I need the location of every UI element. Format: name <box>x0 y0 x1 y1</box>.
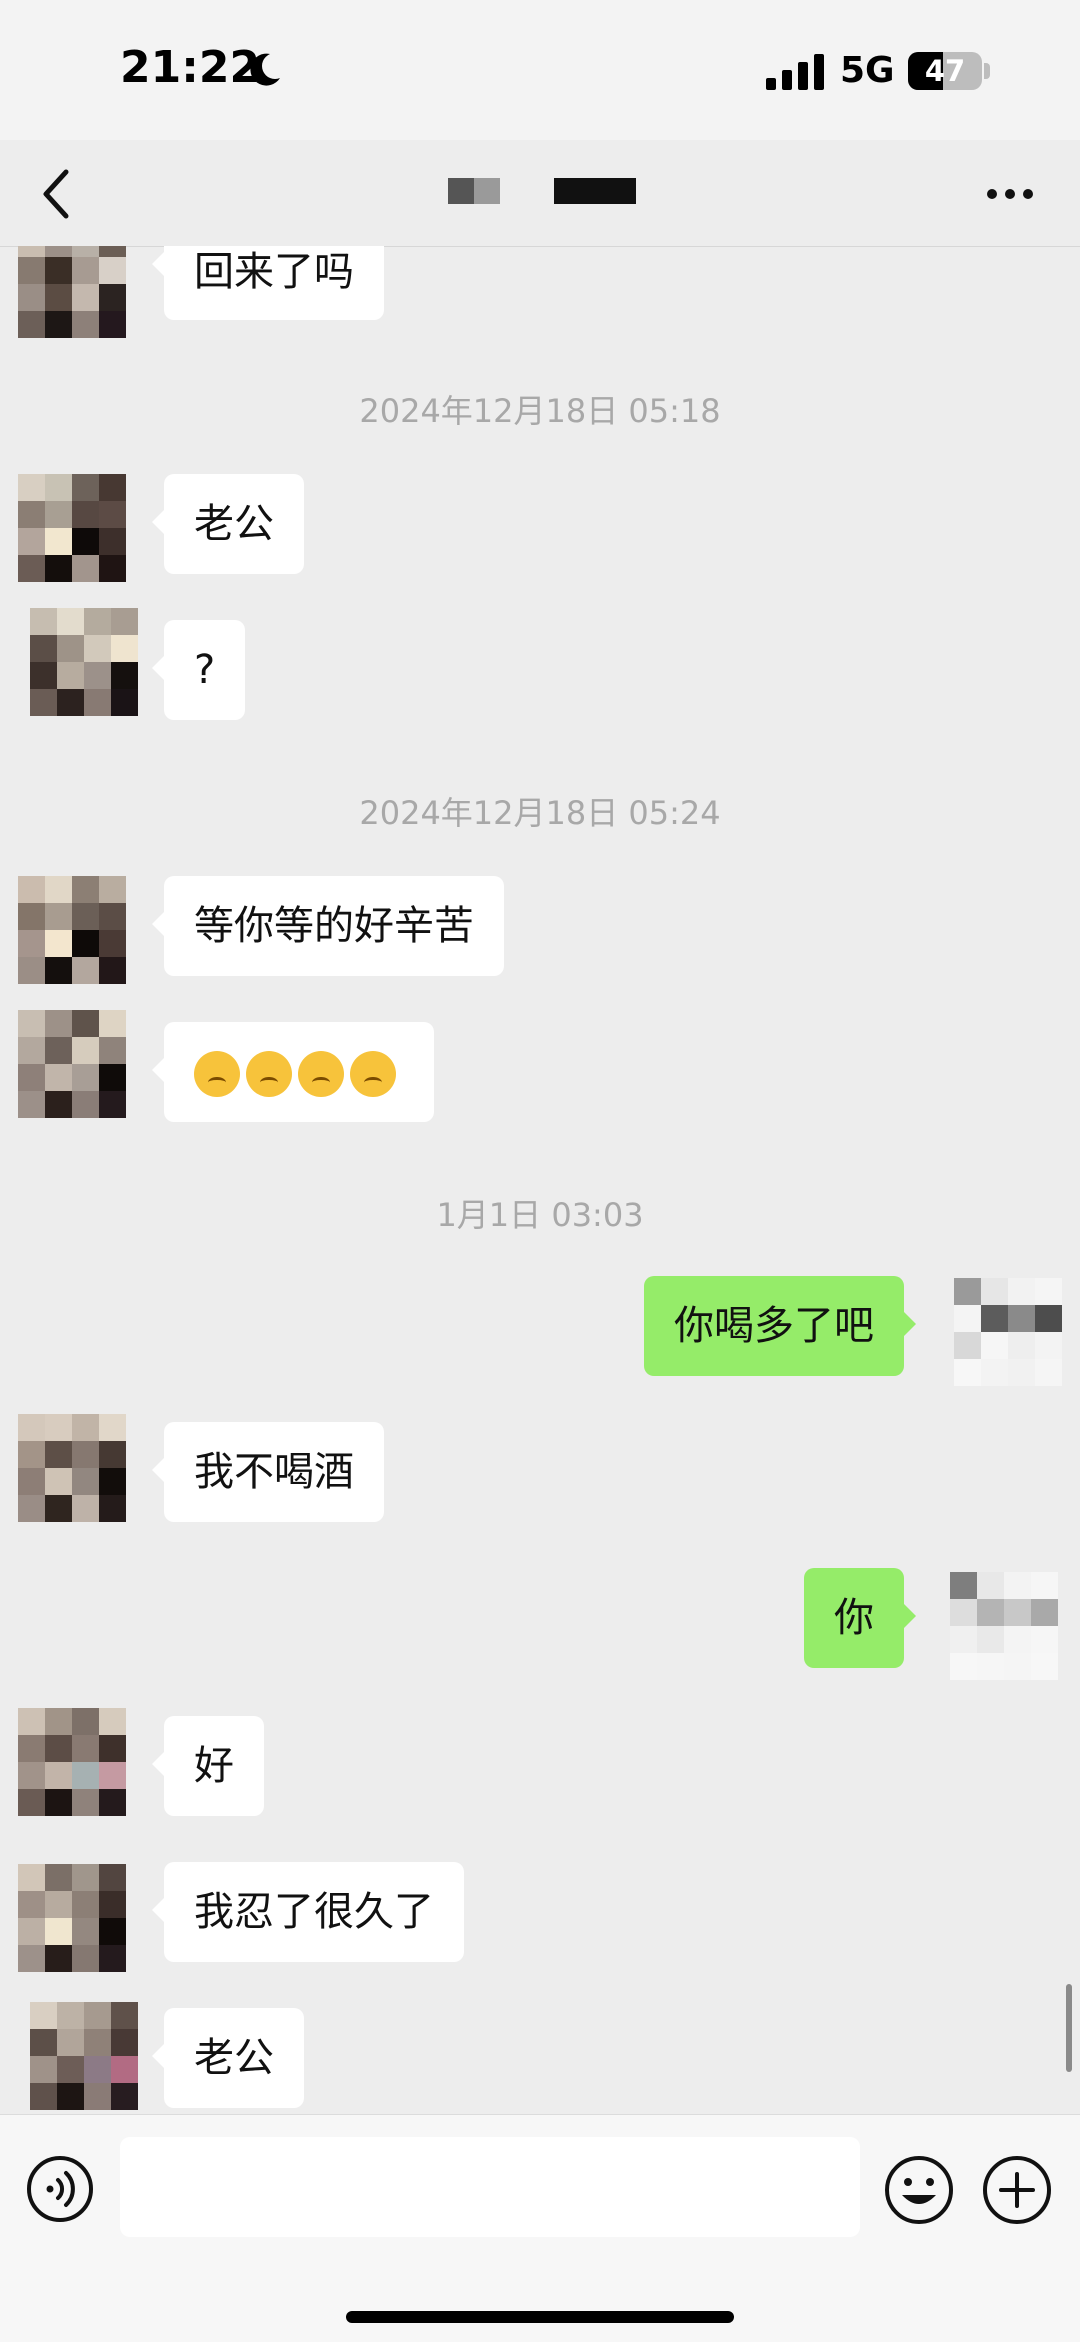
my-avatar[interactable] <box>950 1572 1058 1680</box>
battery-tip <box>984 63 990 79</box>
message-bubble-outgoing[interactable]: 你喝多了吧 <box>644 1276 916 1376</box>
contact-avatar[interactable] <box>18 1010 126 1118</box>
message-bubble[interactable] <box>152 1022 434 1122</box>
message-text: 好 <box>194 1743 234 1789</box>
message-text: 等你等的好辛苦 <box>194 903 474 949</box>
contact-avatar[interactable] <box>18 1414 126 1522</box>
message-bubble[interactable]: 等你等的好辛苦 <box>152 876 504 976</box>
emoji-smile-icon[interactable] <box>884 2155 954 2225</box>
message-text: ? <box>194 647 216 693</box>
network-type: 5G <box>840 50 895 91</box>
message-text: 回来了吗 <box>194 249 354 295</box>
more-dots-icon[interactable] <box>986 188 1034 200</box>
message-text: 我不喝酒 <box>194 1449 354 1495</box>
chevron-left-icon[interactable] <box>36 166 76 222</box>
contact-name-blurred-redacted <box>554 178 636 204</box>
contact-avatar[interactable] <box>18 246 126 338</box>
message-bubble[interactable]: 好 <box>152 1716 264 1816</box>
battery-level: 47 <box>924 54 966 88</box>
message-bubble[interactable]: 我不喝酒 <box>152 1422 384 1522</box>
timestamp: 2024年12月18日 05:24 <box>359 794 721 832</box>
pleading-face-emoji <box>246 1051 292 1097</box>
pleading-face-emoji <box>194 1051 240 1097</box>
message-bubble[interactable]: 我忍了很久了 <box>152 1862 464 1962</box>
message-text: 你喝多了吧 <box>674 1303 874 1349</box>
contact-avatar[interactable] <box>30 2002 138 2110</box>
timestamp: 1月1日 03:03 <box>436 1196 644 1234</box>
pleading-face-emoji <box>298 1051 344 1097</box>
battery-icon: 47 <box>908 52 982 90</box>
home-indicator[interactable] <box>346 2311 734 2323</box>
cellular-signal-icon <box>766 54 824 90</box>
timestamp: 2024年12月18日 05:18 <box>359 392 721 430</box>
message-bubble[interactable]: ? <box>151 620 246 720</box>
chat-header <box>0 140 1080 247</box>
contact-name-blurred-part <box>474 178 500 204</box>
chat-input-bar <box>0 2114 1080 2342</box>
message-bubble[interactable]: 回来了吗 <box>152 246 384 320</box>
message-text: 老公 <box>194 2035 274 2081</box>
scrollbar[interactable] <box>1066 1984 1072 2072</box>
clock-time: 21:22 <box>120 42 261 93</box>
plus-circle-icon[interactable] <box>982 2155 1052 2225</box>
contact-avatar[interactable] <box>18 1708 126 1816</box>
moon-icon <box>250 53 280 86</box>
message-bubble-outgoing[interactable]: 你 <box>804 1568 916 1668</box>
message-bubble[interactable]: 老公 <box>152 474 304 574</box>
my-avatar[interactable] <box>954 1278 1062 1386</box>
message-text: 你 <box>834 1595 874 1641</box>
message-text: 老公 <box>194 501 274 547</box>
voice-input-icon[interactable] <box>26 2155 94 2223</box>
message-text: 我忍了很久了 <box>194 1889 434 1935</box>
message-input[interactable] <box>120 2137 860 2237</box>
contact-avatar[interactable] <box>18 474 126 582</box>
contact-avatar[interactable] <box>30 608 138 716</box>
message-list[interactable]: 回来了吗 2024年12月18日 05:18 老公 ? 2024年12月18日 … <box>0 246 1080 2114</box>
contact-avatar[interactable] <box>18 1864 126 1972</box>
contact-avatar[interactable] <box>18 876 126 984</box>
message-bubble[interactable]: 老公 <box>152 2008 304 2108</box>
pleading-face-emoji <box>350 1051 396 1097</box>
status-bar: 21:22 5G 47 <box>0 0 1080 140</box>
